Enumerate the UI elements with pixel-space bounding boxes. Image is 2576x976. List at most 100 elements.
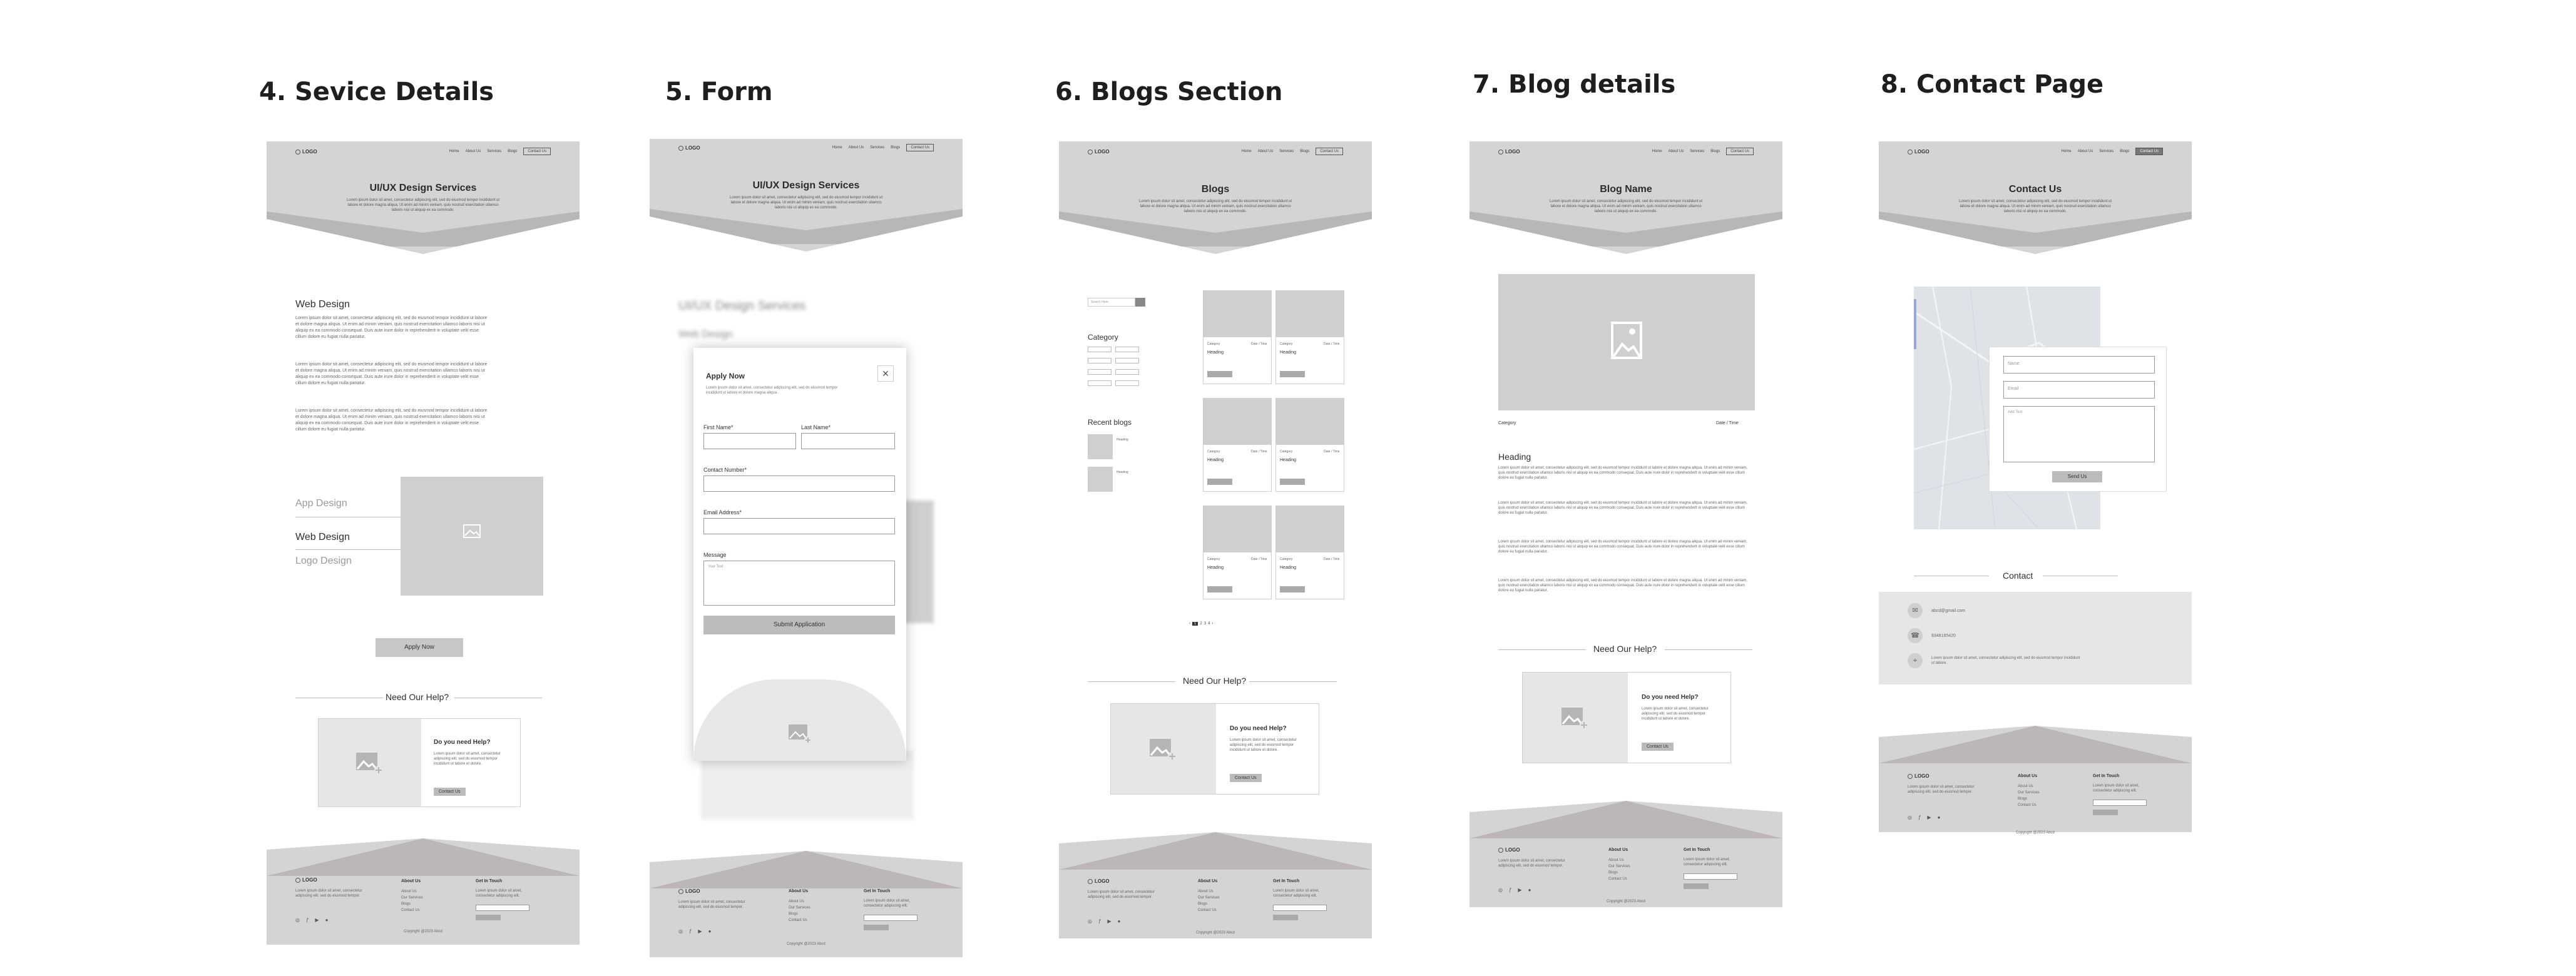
footer-link-blogs[interactable]: Blogs xyxy=(401,901,411,907)
nav-services[interactable]: Services xyxy=(487,150,501,153)
nav-contact-button[interactable]: Contact Us xyxy=(906,144,934,151)
blog-card-explore-button[interactable] xyxy=(1280,586,1305,592)
logo[interactable]: LOGO xyxy=(1498,149,1520,155)
footer-link-about[interactable]: About Us xyxy=(401,888,417,895)
category-chip[interactable] xyxy=(1088,369,1112,375)
category-chip[interactable] xyxy=(1115,358,1139,363)
blog-card-explore-button[interactable] xyxy=(1207,371,1232,377)
nav-blogs[interactable]: Blogs xyxy=(1300,150,1309,153)
blog-card-explore-button[interactable] xyxy=(1207,479,1232,485)
nav-services[interactable]: Services xyxy=(2099,150,2113,153)
page-2[interactable]: 2 xyxy=(1200,622,1202,626)
nav-contact-button[interactable]: Contact Us xyxy=(2135,148,2163,155)
category-chip[interactable] xyxy=(1115,347,1139,352)
footer-link-blogs[interactable]: Blogs xyxy=(1198,901,1207,907)
footer-link-blogs[interactable]: Blogs xyxy=(789,911,798,917)
message-textarea[interactable]: Your Text xyxy=(703,561,895,606)
page-1[interactable]: 1 xyxy=(1192,622,1199,626)
footer-link-services[interactable]: Our Services xyxy=(2018,790,2040,796)
pagination-prev[interactable]: ‹ xyxy=(1189,622,1190,626)
contact-email[interactable]: abcd@gmail.com xyxy=(1931,608,1965,614)
footer-link-services[interactable]: Our Services xyxy=(401,895,423,901)
help-contact-button[interactable]: Contact Us xyxy=(1230,774,1262,782)
category-chip[interactable] xyxy=(1088,347,1112,352)
nav-services[interactable]: Services xyxy=(870,146,884,150)
nav-services[interactable]: Services xyxy=(1279,150,1294,153)
page-3[interactable]: 3 xyxy=(1204,622,1206,626)
close-icon[interactable]: ✕ xyxy=(877,365,894,382)
nav-home[interactable]: Home xyxy=(832,146,842,150)
nav-blogs[interactable]: Blogs xyxy=(508,150,517,153)
blog-card[interactable]: Category Date / Time Heading xyxy=(1275,506,1344,599)
footer-link-services[interactable]: Our Services xyxy=(1198,895,1220,901)
footer-submit-button[interactable] xyxy=(1684,883,1709,889)
tab-web-design[interactable]: Web Design xyxy=(295,532,350,543)
recent-blog-thumb[interactable] xyxy=(1088,434,1113,459)
blog-card-explore-button[interactable] xyxy=(1280,479,1305,485)
nav-home[interactable]: Home xyxy=(1652,150,1662,153)
nav-home[interactable]: Home xyxy=(2062,150,2072,153)
footer-link-about[interactable]: About Us xyxy=(2018,783,2033,790)
nav-blogs[interactable]: Blogs xyxy=(2120,150,2129,153)
blog-card[interactable]: Category Date / Time Heading xyxy=(1275,290,1344,384)
contact-phone[interactable]: 9348165420 xyxy=(1931,633,1956,639)
footer-submit-button[interactable] xyxy=(864,925,889,930)
footer-email-input[interactable] xyxy=(476,905,529,911)
tab-app-design[interactable]: App Design xyxy=(295,498,347,509)
blog-card[interactable]: Category Date / Time Heading xyxy=(1275,398,1344,492)
footer-link-about[interactable]: About Us xyxy=(789,898,804,905)
blog-card[interactable]: Category Date / Time Heading xyxy=(1203,398,1272,492)
blog-card[interactable]: Category Date / Time Heading xyxy=(1203,506,1272,599)
recent-blog-heading[interactable]: Heading xyxy=(1117,438,1142,442)
footer-submit-button[interactable] xyxy=(2093,810,2118,815)
nav-home[interactable]: Home xyxy=(1242,150,1252,153)
footer-social-icons[interactable]: ◎ƒ▶● xyxy=(678,928,717,935)
footer-link-services[interactable]: Our Services xyxy=(1608,863,1630,870)
footer-link-about[interactable]: About Us xyxy=(1198,888,1214,895)
contact-name-input[interactable]: Name xyxy=(2003,356,2155,374)
footer-link-about[interactable]: About Us xyxy=(1608,857,1624,863)
contact-message-textarea[interactable]: Add Text xyxy=(2003,406,2155,462)
pagination-next[interactable]: › xyxy=(1212,622,1213,626)
nav-about[interactable]: About Us xyxy=(1258,150,1274,153)
footer-social-icons[interactable]: ◎ƒ▶● xyxy=(1088,918,1127,925)
submit-application-button[interactable]: Submit Application xyxy=(703,616,895,634)
nav-services[interactable]: Services xyxy=(1690,150,1704,153)
footer-email-input[interactable] xyxy=(1273,905,1327,911)
nav-about[interactable]: About Us xyxy=(1669,150,1684,153)
contact-number-input[interactable] xyxy=(703,475,895,492)
footer-link-contact[interactable]: Contact Us xyxy=(1198,907,1217,913)
blog-card[interactable]: Category Date / Time Heading xyxy=(1203,290,1272,384)
recent-blog-thumb[interactable] xyxy=(1088,467,1113,492)
category-chip[interactable] xyxy=(1115,369,1139,375)
blog-card-explore-button[interactable] xyxy=(1280,371,1305,377)
footer-social-icons[interactable]: ◎ƒ▶● xyxy=(295,917,334,923)
blog-search-input[interactable]: Search Here xyxy=(1088,298,1135,307)
nav-home[interactable]: Home xyxy=(449,150,459,153)
page-4[interactable]: 4 xyxy=(1208,622,1210,626)
nav-blogs[interactable]: Blogs xyxy=(891,146,900,150)
footer-link-contact[interactable]: Contact Us xyxy=(2018,802,2037,808)
contact-email-input[interactable]: Email xyxy=(2003,381,2155,399)
nav-contact-button[interactable]: Contact Us xyxy=(523,148,551,155)
footer-submit-button[interactable] xyxy=(1273,915,1298,920)
footer-link-blogs[interactable]: Blogs xyxy=(1608,870,1618,876)
recent-blog-heading[interactable]: Heading xyxy=(1117,470,1142,475)
logo[interactable]: LOGO xyxy=(1088,149,1110,155)
category-chip[interactable] xyxy=(1088,380,1112,386)
email-input[interactable] xyxy=(703,518,895,534)
nav-contact-button[interactable]: Contact Us xyxy=(1316,148,1343,155)
nav-about[interactable]: About Us xyxy=(466,150,481,153)
footer-submit-button[interactable] xyxy=(476,915,501,920)
footer-link-contact[interactable]: Contact Us xyxy=(401,907,420,913)
footer-social-icons[interactable]: ◎ƒ▶● xyxy=(1498,887,1537,893)
category-chip[interactable] xyxy=(1088,358,1112,363)
footer-social-icons[interactable]: ◎ƒ▶● xyxy=(1908,815,1946,821)
footer-link-services[interactable]: Our Services xyxy=(789,905,810,911)
footer-link-contact[interactable]: Contact Us xyxy=(1608,876,1627,882)
footer-link-blogs[interactable]: Blogs xyxy=(2018,796,2027,802)
apply-now-button[interactable]: Apply Now xyxy=(376,638,463,657)
search-icon[interactable] xyxy=(1135,298,1145,307)
nav-blogs[interactable]: Blogs xyxy=(1710,150,1720,153)
send-us-button[interactable]: Send Us xyxy=(2052,471,2102,482)
